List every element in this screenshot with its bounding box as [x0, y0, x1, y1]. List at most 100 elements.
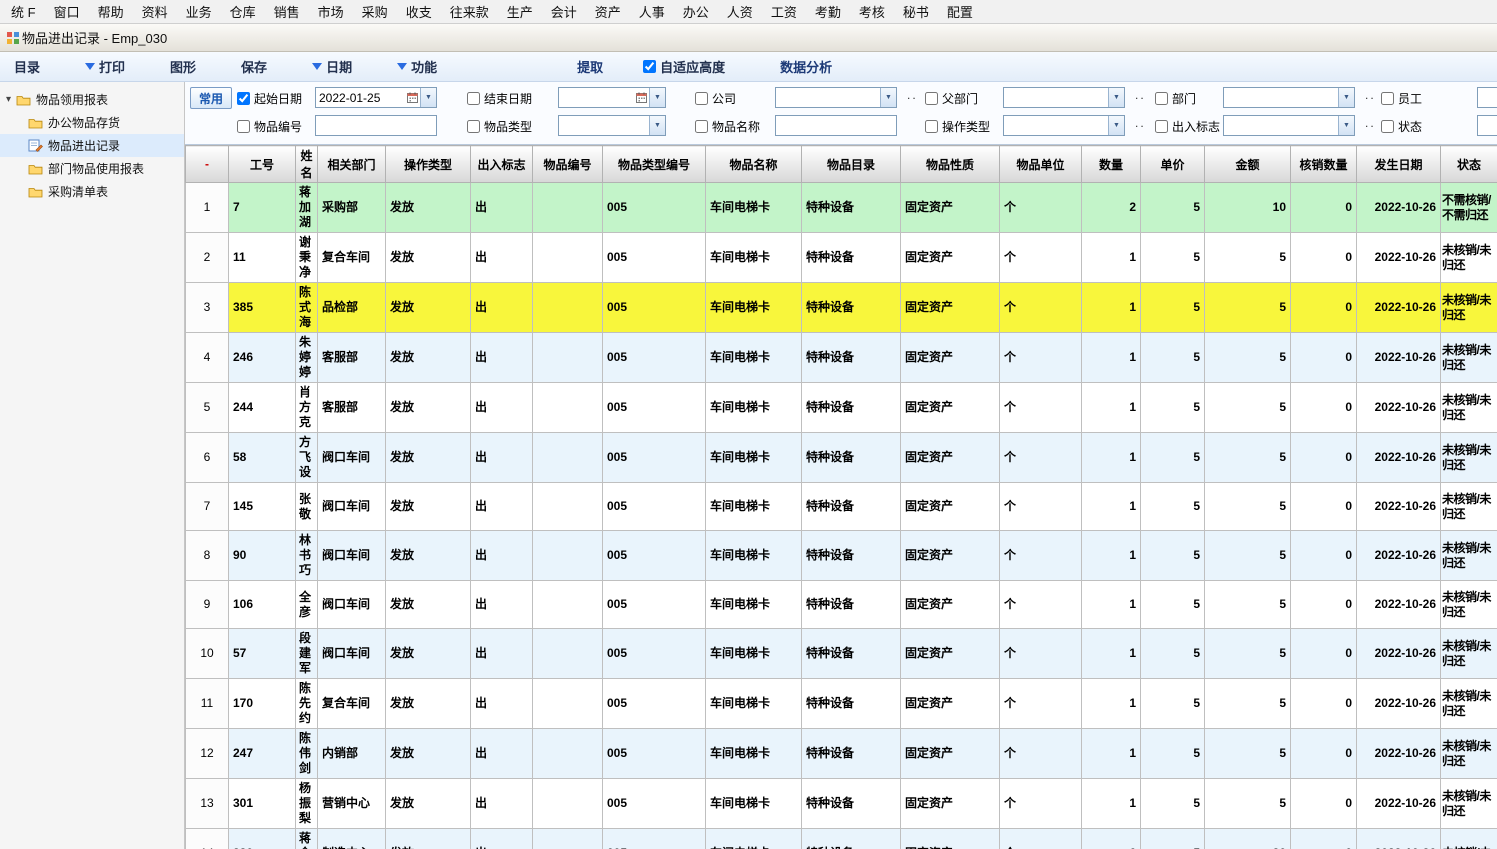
- menu-item[interactable]: 窗口: [45, 0, 89, 23]
- menu-item[interactable]: 秘书: [894, 0, 938, 23]
- table-row[interactable]: 9106全彦阀口车间发放出005车间电梯卡特种设备固定资产个15502022-1…: [186, 581, 1497, 629]
- filter-checkbox[interactable]: [1155, 120, 1168, 133]
- dropdown-arrow-icon[interactable]: ▼: [1108, 88, 1124, 107]
- menu-item[interactable]: 配置: [938, 0, 982, 23]
- column-header[interactable]: 发生日期: [1357, 146, 1441, 183]
- autofit-checkbox[interactable]: [643, 60, 656, 73]
- column-header[interactable]: 物品单位: [1000, 146, 1082, 183]
- dropdown-select[interactable]: ▼: [1003, 87, 1125, 108]
- menu-item[interactable]: 统 F: [2, 0, 45, 23]
- table-row[interactable]: 890林书巧阀口车间发放出005车间电梯卡特种设备固定资产个15502022-1…: [186, 531, 1497, 581]
- table-row[interactable]: 17蒋加湖采购部发放出005车间电梯卡特种设备固定资产个251002022-10…: [186, 183, 1497, 233]
- column-header[interactable]: 物品目录: [802, 146, 901, 183]
- menu-item[interactable]: 采购: [353, 0, 397, 23]
- filter-checkbox[interactable]: [925, 92, 938, 105]
- ellipsis-button[interactable]: ..: [1365, 116, 1376, 130]
- text-input[interactable]: [315, 115, 437, 136]
- column-header[interactable]: 相关部门: [318, 146, 386, 183]
- filter-checkbox[interactable]: [1381, 92, 1394, 105]
- active-tab[interactable]: 物品进出记录 - Emp_030: [20, 26, 177, 49]
- text-input[interactable]: [1477, 87, 1497, 108]
- column-header[interactable]: 物品性质: [901, 146, 1000, 183]
- toolbar-button[interactable]: 功能: [397, 57, 437, 76]
- menu-item[interactable]: 帮助: [89, 0, 133, 23]
- calendar-icon[interactable]: [634, 88, 649, 107]
- column-header[interactable]: 金额: [1205, 146, 1291, 183]
- menu-item[interactable]: 资产: [586, 0, 630, 23]
- menu-item[interactable]: 会计: [542, 0, 586, 23]
- sidebar-item[interactable]: 物品进出记录: [0, 134, 184, 157]
- menu-item[interactable]: 办公: [674, 0, 718, 23]
- menu-item[interactable]: 仓库: [221, 0, 265, 23]
- table-row[interactable]: 658方飞设阀口车间发放出005车间电梯卡特种设备固定资产个15502022-1…: [186, 433, 1497, 483]
- menu-item[interactable]: 往来款: [441, 0, 498, 23]
- filter-checkbox[interactable]: [1155, 92, 1168, 105]
- menu-item[interactable]: 收支: [397, 0, 441, 23]
- ellipsis-button[interactable]: ..: [1365, 88, 1376, 102]
- dropdown-select[interactable]: ▼: [1223, 115, 1355, 136]
- filter-checkbox[interactable]: [925, 120, 938, 133]
- sidebar-item[interactable]: 采购清单表: [0, 180, 184, 203]
- column-header[interactable]: 核销数量: [1291, 146, 1357, 183]
- dropdown-arrow-icon[interactable]: ▼: [1338, 88, 1354, 107]
- filter-checkbox[interactable]: [467, 92, 480, 105]
- menu-item[interactable]: 工资: [762, 0, 806, 23]
- date-picker[interactable]: 2022-01-25▼: [315, 87, 437, 108]
- dropdown-arrow-icon[interactable]: ▼: [649, 116, 665, 135]
- toolbar-button[interactable]: 日期: [312, 57, 352, 76]
- filter-checkbox[interactable]: [237, 92, 250, 105]
- text-input[interactable]: [1477, 115, 1497, 136]
- menu-item[interactable]: 销售: [265, 0, 309, 23]
- toolbar-button[interactable]: 目录: [14, 57, 40, 76]
- filter-checkbox[interactable]: [695, 92, 708, 105]
- column-header[interactable]: 物品名称: [706, 146, 802, 183]
- text-input[interactable]: [775, 115, 897, 136]
- dropdown-arrow-icon[interactable]: ▼: [880, 88, 896, 107]
- ellipsis-button[interactable]: ..: [907, 88, 918, 102]
- column-header[interactable]: 出入标志: [471, 146, 533, 183]
- column-header[interactable]: 数量: [1082, 146, 1141, 183]
- ellipsis-button[interactable]: ..: [1135, 88, 1146, 102]
- menu-item[interactable]: 业务: [177, 0, 221, 23]
- menu-item[interactable]: 考核: [850, 0, 894, 23]
- toolbar-button[interactable]: 保存: [241, 57, 267, 76]
- dropdown-select[interactable]: ▼: [1003, 115, 1125, 136]
- column-header[interactable]: 物品类型编号: [603, 146, 706, 183]
- menu-item[interactable]: 考勤: [806, 0, 850, 23]
- toolbar-button[interactable]: 打印: [85, 57, 125, 76]
- column-header[interactable]: 姓名: [296, 146, 318, 183]
- menu-item[interactable]: 人事: [630, 0, 674, 23]
- dropdown-arrow-icon[interactable]: ▼: [1338, 116, 1354, 135]
- date-picker[interactable]: ▼: [558, 87, 666, 108]
- toolbar-button[interactable]: 图形: [170, 57, 196, 76]
- filter-checkbox[interactable]: [1381, 120, 1394, 133]
- dropdown-arrow-icon[interactable]: ▼: [1108, 116, 1124, 135]
- sidebar-root-folder[interactable]: ▾ 物品领用报表: [0, 88, 184, 111]
- menu-item[interactable]: 资料: [133, 0, 177, 23]
- ellipsis-button[interactable]: ..: [1135, 116, 1146, 130]
- table-row[interactable]: 5244肖方克客服部发放出005车间电梯卡特种设备固定资产个15502022-1…: [186, 383, 1497, 433]
- column-header[interactable]: 操作类型: [386, 146, 471, 183]
- table-row[interactable]: 1057段建军阀口车间发放出005车间电梯卡特种设备固定资产个15502022-…: [186, 629, 1497, 679]
- menu-item[interactable]: 人资: [718, 0, 762, 23]
- table-row[interactable]: 13301杨振梨营销中心发放出005车间电梯卡特种设备固定资产个15502022…: [186, 779, 1497, 829]
- table-row[interactable]: 4246朱婷婷客服部发放出005车间电梯卡特种设备固定资产个15502022-1…: [186, 333, 1497, 383]
- data-analysis-button[interactable]: 数据分析: [780, 57, 832, 76]
- sidebar-item[interactable]: 办公物品存货: [0, 111, 184, 134]
- table-row[interactable]: 3385陈式海品检部发放出005车间电梯卡特种设备固定资产个15502022-1…: [186, 283, 1497, 333]
- filter-checkbox[interactable]: [467, 120, 480, 133]
- dropdown-select[interactable]: ▼: [558, 115, 666, 136]
- table-row[interactable]: 211谢秉净复合车间发放出005车间电梯卡特种设备固定资产个15502022-1…: [186, 233, 1497, 283]
- common-filters-button[interactable]: 常用: [190, 87, 232, 109]
- menu-item[interactable]: 生产: [498, 0, 542, 23]
- dropdown-select[interactable]: ▼: [1223, 87, 1355, 108]
- table-row[interactable]: 11170陈先约复合车间发放出005车间电梯卡特种设备固定资产个15502022…: [186, 679, 1497, 729]
- sidebar-item[interactable]: 部门物品使用报表: [0, 157, 184, 180]
- column-header[interactable]: 物品编号: [533, 146, 603, 183]
- column-header[interactable]: 单价: [1141, 146, 1205, 183]
- filter-checkbox[interactable]: [237, 120, 250, 133]
- column-header[interactable]: -: [186, 146, 229, 183]
- filter-checkbox[interactable]: [695, 120, 708, 133]
- dropdown-select[interactable]: ▼: [775, 87, 897, 108]
- calendar-icon[interactable]: [405, 88, 420, 107]
